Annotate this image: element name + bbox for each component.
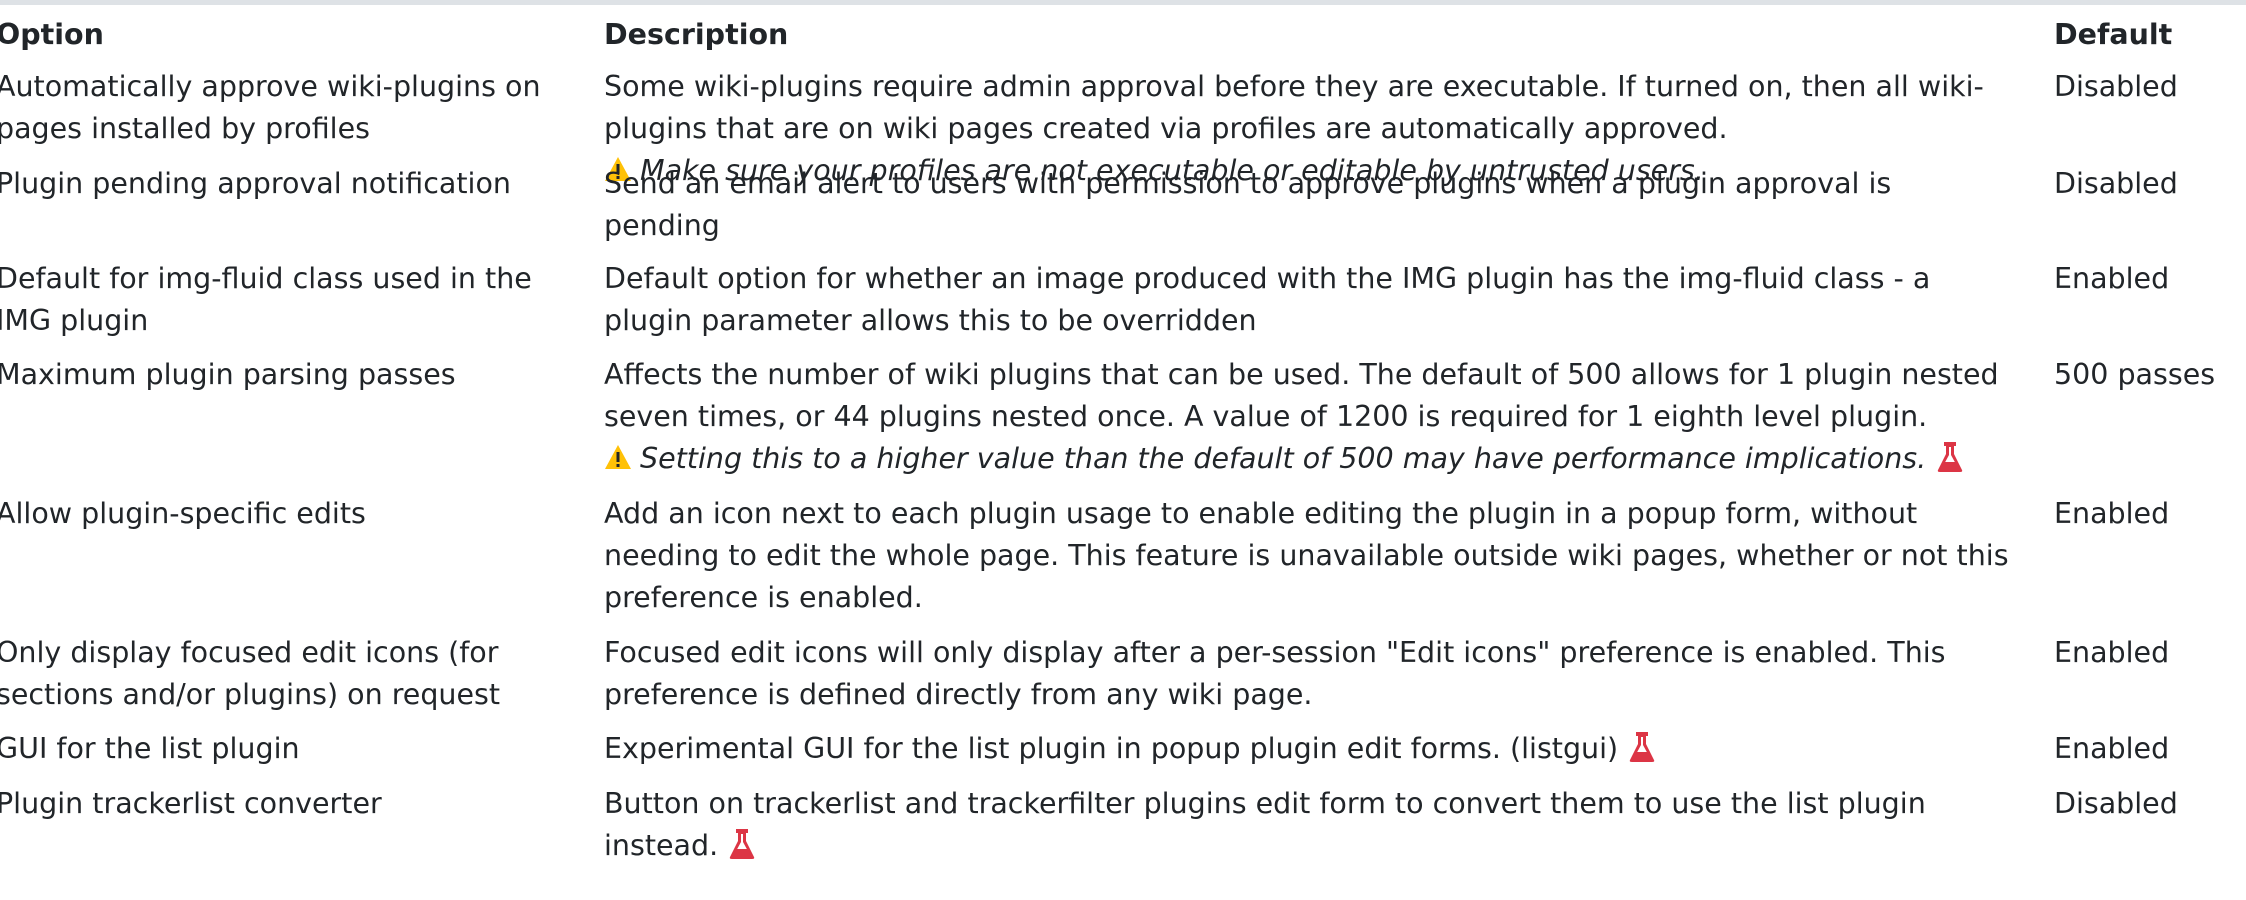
description-line: Add an icon next to each plugin usage to…: [604, 497, 1918, 530]
description-line: Button on trackerlist and trackerfilter …: [604, 787, 1926, 820]
option-line: Default for img-fluid class used in the: [0, 262, 532, 295]
table-row: Default for img-fluid class used in the …: [0, 258, 2246, 354]
default-value: Disabled: [2054, 70, 2178, 103]
option-line: Maximum plugin parsing passes: [0, 358, 456, 391]
default-value: 500 passes: [2054, 358, 2216, 391]
option-name: Default for img-fluid class used in the …: [0, 258, 604, 342]
table-top-border: [0, 0, 2246, 5]
table-header-row: Option Description Default: [0, 14, 2246, 56]
option-line: GUI for the list plugin: [0, 732, 300, 765]
table-row: Only display focused edit icons (for sec…: [0, 632, 2246, 728]
option-line: Plugin trackerlist converter: [0, 787, 382, 820]
description-line: pending: [604, 209, 720, 242]
description-line: Some wiki-plugins require admin approval…: [604, 70, 1984, 103]
option-line: Only display focused edit icons (for: [0, 636, 499, 669]
description-line: Default option for whether an image prod…: [604, 262, 1931, 295]
option-line: IMG plugin: [0, 304, 149, 337]
option-description: Default option for whether an image prod…: [604, 258, 2054, 342]
header-default: Default: [2054, 18, 2173, 51]
option-description: Affects the number of wiki plugins that …: [604, 354, 2054, 480]
header-description: Description: [604, 18, 789, 51]
description-line: plugins that are on wiki pages created v…: [604, 112, 1728, 145]
option-description: Button on trackerlist and trackerfilter …: [604, 783, 2054, 867]
option-name: Plugin trackerlist converter: [0, 783, 604, 825]
option-name: Plugin pending approval notification: [0, 163, 604, 205]
default-value: Enabled: [2054, 262, 2170, 295]
option-description: Send an email alert to users with permis…: [604, 163, 2054, 247]
description-line: preference is defined directly from any …: [604, 678, 1313, 711]
description-line: Focused edit icons will only display aft…: [604, 636, 1946, 669]
flask-icon: [1937, 442, 1963, 472]
option-name: Automatically approve wiki-plugins on pa…: [0, 66, 604, 150]
flask-icon: [729, 829, 755, 859]
default-value: Disabled: [2054, 167, 2178, 200]
table-row: Maximum plugin parsing passes Affects th…: [0, 354, 2246, 493]
option-line: Automatically approve wiki-plugins on: [0, 70, 541, 103]
table-row: Automatically approve wiki-plugins on pa…: [0, 66, 2246, 187]
warning-triangle-icon: [605, 445, 631, 469]
default-value: Enabled: [2054, 636, 2170, 669]
option-description: Experimental GUI for the list plugin in …: [604, 728, 2054, 770]
option-name: GUI for the list plugin: [0, 728, 604, 770]
description-line: Experimental GUI for the list plugin in …: [604, 728, 2054, 770]
header-option: Option: [0, 18, 104, 51]
warning-text: Setting this to a higher value than the …: [640, 442, 1927, 475]
option-line: Plugin pending approval notification: [0, 167, 511, 200]
description-line: seven times, or 44 plugins nested once. …: [604, 400, 1928, 433]
option-description: Focused edit icons will only display aft…: [604, 632, 2054, 716]
description-line: plugin parameter allows this to be overr…: [604, 304, 1257, 337]
option-description: Add an icon next to each plugin usage to…: [604, 493, 2054, 619]
table-row: Allow plugin-specific edits Add an icon …: [0, 493, 2246, 632]
description-text: instead.: [604, 829, 719, 862]
table-row: GUI for the list plugin Experimental GUI…: [0, 728, 2246, 783]
option-name: Maximum plugin parsing passes: [0, 354, 604, 396]
description-line: instead.: [604, 825, 2054, 867]
description-line: Send an email alert to users with permis…: [604, 167, 1892, 200]
description-text: Experimental GUI for the list plugin in …: [604, 732, 1619, 765]
option-line: Allow plugin-specific edits: [0, 497, 366, 530]
option-name: Only display focused edit icons (for sec…: [0, 632, 604, 716]
description-line: needing to edit the whole page. This fea…: [604, 539, 2009, 572]
table-row: Plugin pending approval notification Sen…: [0, 163, 2246, 258]
option-line: sections and/or plugins) on request: [0, 678, 501, 711]
option-name: Allow plugin-specific edits: [0, 493, 604, 535]
description-line: preference is enabled.: [604, 581, 923, 614]
description-line: Affects the number of wiki plugins that …: [604, 358, 1999, 391]
default-value: Enabled: [2054, 732, 2170, 765]
table-row: Plugin trackerlist converter Button on t…: [0, 783, 2246, 879]
flask-icon: [1629, 732, 1655, 762]
preferences-table: Option Description Default Automatically…: [0, 14, 2246, 879]
warning-note: Setting this to a higher value than the …: [604, 438, 2054, 480]
default-value: Enabled: [2054, 497, 2170, 530]
default-value: Disabled: [2054, 787, 2178, 820]
option-line: pages installed by profiles: [0, 112, 370, 145]
